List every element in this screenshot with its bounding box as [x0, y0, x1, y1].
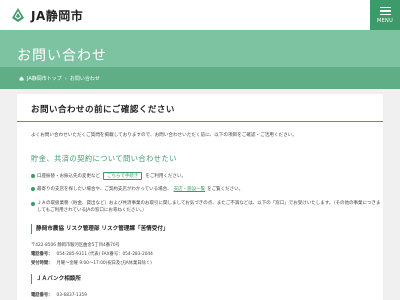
bullet-icon [31, 201, 35, 206]
ja-logo-icon [10, 7, 26, 23]
bullet-icon [31, 174, 35, 178]
office-phone: 電話番号： 03-6837-1359 [31, 293, 87, 298]
menu-label: MENU [376, 18, 394, 25]
list-item: 口座振替・お振込先の変更など こちらで手続き をご利用ください。 [31, 172, 186, 180]
breadcrumb-current: お問い合わせ [69, 76, 100, 82]
card-title: お問い合わせの前にご確認ください [31, 105, 175, 115]
list-item: 最寄りの支店を探したい場合や、ご契約支店がわかっている場合、 支店・施設一覧 を… [31, 186, 243, 192]
site-header: JA静岡市 MENU [0, 0, 400, 30]
chevron-right-icon: › [64, 75, 67, 82]
office-phone: 電話番号： 054-285-9311 (代表) FAX番号：054-283-204… [31, 252, 153, 257]
content-card: お問い合わせの前にご確認ください よくお問い合わせいただくご質問を掲載しておりま… [17, 94, 383, 300]
procedure-button[interactable]: こちらで手続き [103, 172, 143, 180]
list-item: ＪＡの取扱業務（貯金、貸出など）および共済事業のお取引に関しましてお気づきの点、… [31, 200, 383, 214]
home-icon [19, 76, 24, 81]
logo-text: JA静岡市 [31, 8, 84, 23]
office-heading: ＪＡバンク相談所 [31, 274, 361, 284]
page-title: お問い合わせ [17, 48, 107, 64]
breadcrumb-bar: JA静岡市トップ › お問い合わせ [0, 67, 400, 89]
card-header: お問い合わせの前にご確認ください [17, 94, 383, 122]
office-hours: 受付時間： 月曜〜金曜 9:00〜17:00(祝日及びJA休業日除く) [31, 261, 152, 266]
menu-button[interactable]: MENU [370, 0, 400, 30]
hamburger-icon [379, 6, 391, 9]
office-address: 〒422-8506 静岡市駿河区曲金5丁目4番70号 [31, 243, 120, 248]
branch-list-link[interactable]: 支店・施設一覧 [174, 186, 206, 192]
section-title: 貯金、共済の契約について問い合わせたい [31, 154, 177, 163]
breadcrumb-home-link[interactable]: JA静岡市トップ [27, 75, 62, 82]
ja-logo[interactable]: JA静岡市 [10, 6, 83, 24]
breadcrumb: JA静岡市トップ › お問い合わせ [19, 75, 100, 82]
intro-text: よくお問い合わせいただくご質問を掲載しておりますので、お問い合わせいただく前に、… [31, 133, 297, 138]
office-heading: 静岡市農協 リスク管理部 リスク管理課「苦情受付」 [31, 224, 361, 234]
bullet-icon [31, 187, 35, 191]
